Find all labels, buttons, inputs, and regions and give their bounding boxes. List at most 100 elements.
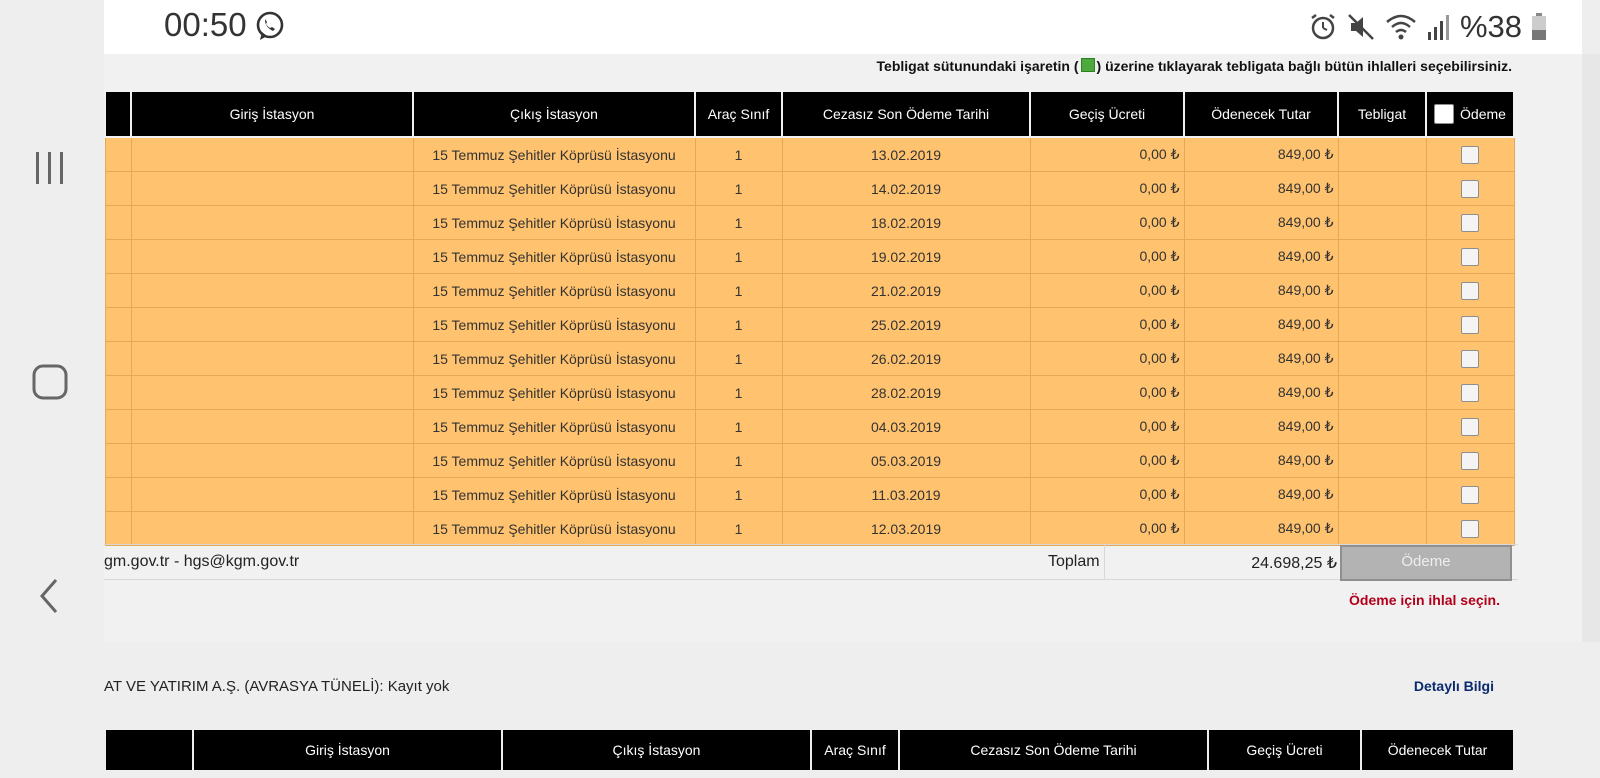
tarih-cell: 12.03.2019 <box>781 511 1031 546</box>
table-row: 15 Temmuz Şehitler Köprüsü İstasyonu 1 14.… <box>104 171 1515 206</box>
table-row: 15 Temmuz Şehitler Köprüsü İstasyonu 1 05.… <box>104 443 1515 478</box>
alarm-icon <box>1311 14 1335 40</box>
pay-button[interactable]: Ödeme <box>1340 545 1512 581</box>
tutar-cell: 849,00 ₺ <box>1183 307 1339 342</box>
cikis-cell: 15 Temmuz Şehitler Köprüsü İstasyonu <box>412 136 696 172</box>
violations-table: Giriş İstasyon Çıkış İstasyon Araç Sınıf… <box>104 90 1515 546</box>
payment-checkbox[interactable] <box>1461 315 1479 334</box>
tutar-cell: 849,00 ₺ <box>1183 443 1339 478</box>
row-cut-cell <box>104 171 132 206</box>
signal-icon <box>1427 15 1449 40</box>
avrasya-header-arac[interactable]: Araç Sınıf <box>810 728 900 772</box>
arac-cell: 1 <box>694 136 783 172</box>
row-cut-cell <box>104 477 132 512</box>
ucret-cell: 0,00 ₺ <box>1029 171 1185 206</box>
avrasya-header-tutar[interactable]: Ödenecek Tutar <box>1360 728 1515 772</box>
avrasya-header-tarih[interactable]: Cezasız Son Ödeme Tarihi <box>898 728 1209 772</box>
giris-cell <box>130 171 414 206</box>
table-row: 15 Temmuz Şehitler Köprüsü İstasyonu 1 28.… <box>104 375 1515 410</box>
arac-cell: 1 <box>694 511 783 546</box>
payment-checkbox[interactable] <box>1461 179 1479 198</box>
select-all-checkbox[interactable] <box>1434 104 1455 124</box>
total-amount-cell: 24.698,25 ₺ <box>1104 545 1337 579</box>
header-tutar[interactable]: Ödenecek Tutar <box>1183 90 1339 138</box>
cikis-cell: 15 Temmuz Şehitler Köprüsü İstasyonu <box>412 273 696 308</box>
payment-checkbox[interactable] <box>1461 281 1479 300</box>
detail-link[interactable]: Detaylı Bilgi <box>1414 678 1494 694</box>
ucret-cell: 0,00 ₺ <box>1029 511 1185 546</box>
recent-apps-icon <box>36 152 63 184</box>
odeme-cell <box>1425 341 1515 376</box>
row-cut-cell <box>104 511 132 546</box>
table-row: 15 Temmuz Şehitler Köprüsü İstasyonu 1 12.… <box>104 511 1515 546</box>
tarih-cell: 14.02.2019 <box>781 171 1031 206</box>
odeme-cell <box>1425 136 1515 172</box>
tutar-cell: 849,00 ₺ <box>1183 409 1339 444</box>
battery-percent: %38 <box>1459 9 1522 44</box>
header-odeme: Ödeme <box>1425 90 1515 138</box>
notice-text-after: ) üzerine tıklayarak tebligata bağlı büt… <box>1096 58 1512 74</box>
giris-cell <box>130 409 414 444</box>
payment-checkbox[interactable] <box>1461 145 1479 164</box>
recent-apps-button[interactable] <box>26 144 74 192</box>
payment-checkbox[interactable] <box>1461 383 1479 402</box>
cikis-cell: 15 Temmuz Şehitler Köprüsü İstasyonu <box>412 477 696 512</box>
ucret-cell: 0,00 ₺ <box>1029 409 1185 444</box>
table-row: 15 Temmuz Şehitler Köprüsü İstasyonu 1 13.… <box>104 136 1515 172</box>
home-button[interactable] <box>26 358 74 406</box>
avrasya-header-giris[interactable]: Giriş İstasyon <box>192 728 503 772</box>
payment-checkbox[interactable] <box>1461 349 1479 368</box>
arac-cell: 1 <box>694 239 783 274</box>
payment-checkbox[interactable] <box>1461 451 1479 470</box>
row-cut-cell <box>104 443 132 478</box>
avrasya-section: AT VE YATIRIM A.Ş. (AVRASYA TÜNELİ): Kay… <box>104 642 1600 778</box>
violations-rows: 15 Temmuz Şehitler Köprüsü İstasyonu 1 13.… <box>104 136 1515 546</box>
tebligat-cell <box>1337 136 1427 172</box>
odeme-cell <box>1425 171 1515 206</box>
header-giris[interactable]: Giriş İstasyon <box>130 90 414 138</box>
tarih-cell: 19.02.2019 <box>781 239 1031 274</box>
ucret-cell: 0,00 ₺ <box>1029 273 1185 308</box>
arac-cell: 1 <box>694 307 783 342</box>
tebligat-notice: Tebligat sütunundaki işaretin ( ) üzerine… <box>877 58 1512 74</box>
arac-cell: 1 <box>694 341 783 376</box>
tarih-cell: 04.03.2019 <box>781 409 1031 444</box>
cikis-cell: 15 Temmuz Şehitler Köprüsü İstasyonu <box>412 171 696 206</box>
avrasya-header-ucret[interactable]: Geçiş Ücreti <box>1207 728 1362 772</box>
battery-icon <box>1532 13 1546 40</box>
payment-checkbox[interactable] <box>1461 485 1479 504</box>
payment-checkbox[interactable] <box>1461 213 1479 232</box>
status-bar: 00:50 %38 <box>104 0 1582 54</box>
tebligat-cell <box>1337 205 1427 240</box>
row-cut-cell <box>104 307 132 342</box>
tutar-cell: 849,00 ₺ <box>1183 341 1339 376</box>
tebligat-cell <box>1337 273 1427 308</box>
cikis-cell: 15 Temmuz Şehitler Köprüsü İstasyonu <box>412 409 696 444</box>
header-cikis[interactable]: Çıkış İstasyon <box>412 90 696 138</box>
header-tarih[interactable]: Cezasız Son Ödeme Tarihi <box>781 90 1031 138</box>
payment-checkbox[interactable] <box>1461 247 1479 266</box>
violations-panel: Tebligat sütunundaki işaretin ( ) üzerine… <box>104 54 1582 654</box>
header-cut-column <box>104 90 132 138</box>
odeme-cell <box>1425 511 1515 546</box>
mute-icon <box>1348 14 1374 40</box>
header-tebligat[interactable]: Tebligat <box>1337 90 1427 138</box>
header-ucret[interactable]: Geçiş Ücreti <box>1029 90 1185 138</box>
avrasya-header-cikis[interactable]: Çıkış İstasyon <box>501 728 812 772</box>
notice-text-before: Tebligat sütunundaki işaretin ( <box>876 58 1079 74</box>
tebligat-cell <box>1337 171 1427 206</box>
scrollbar-edge[interactable] <box>1582 54 1600 654</box>
select-violation-warning: Ödeme için ihlal seçin. <box>1349 592 1500 608</box>
payment-checkbox[interactable] <box>1461 417 1479 436</box>
odeme-cell <box>1425 239 1515 274</box>
arac-cell: 1 <box>694 409 783 444</box>
cikis-cell: 15 Temmuz Şehitler Köprüsü İstasyonu <box>412 239 696 274</box>
header-arac[interactable]: Araç Sınıf <box>694 90 783 138</box>
payment-checkbox[interactable] <box>1461 519 1479 538</box>
table-row: 15 Temmuz Şehitler Köprüsü İstasyonu 1 04.… <box>104 409 1515 444</box>
table-row: 15 Temmuz Şehitler Köprüsü İstasyonu 1 18.… <box>104 205 1515 240</box>
back-button[interactable] <box>26 572 74 620</box>
home-icon <box>32 364 68 400</box>
totals-row: gm.gov.tr - hgs@kgm.gov.tr Toplam 24.698… <box>104 544 1518 581</box>
total-label: Toplam <box>1048 553 1100 570</box>
